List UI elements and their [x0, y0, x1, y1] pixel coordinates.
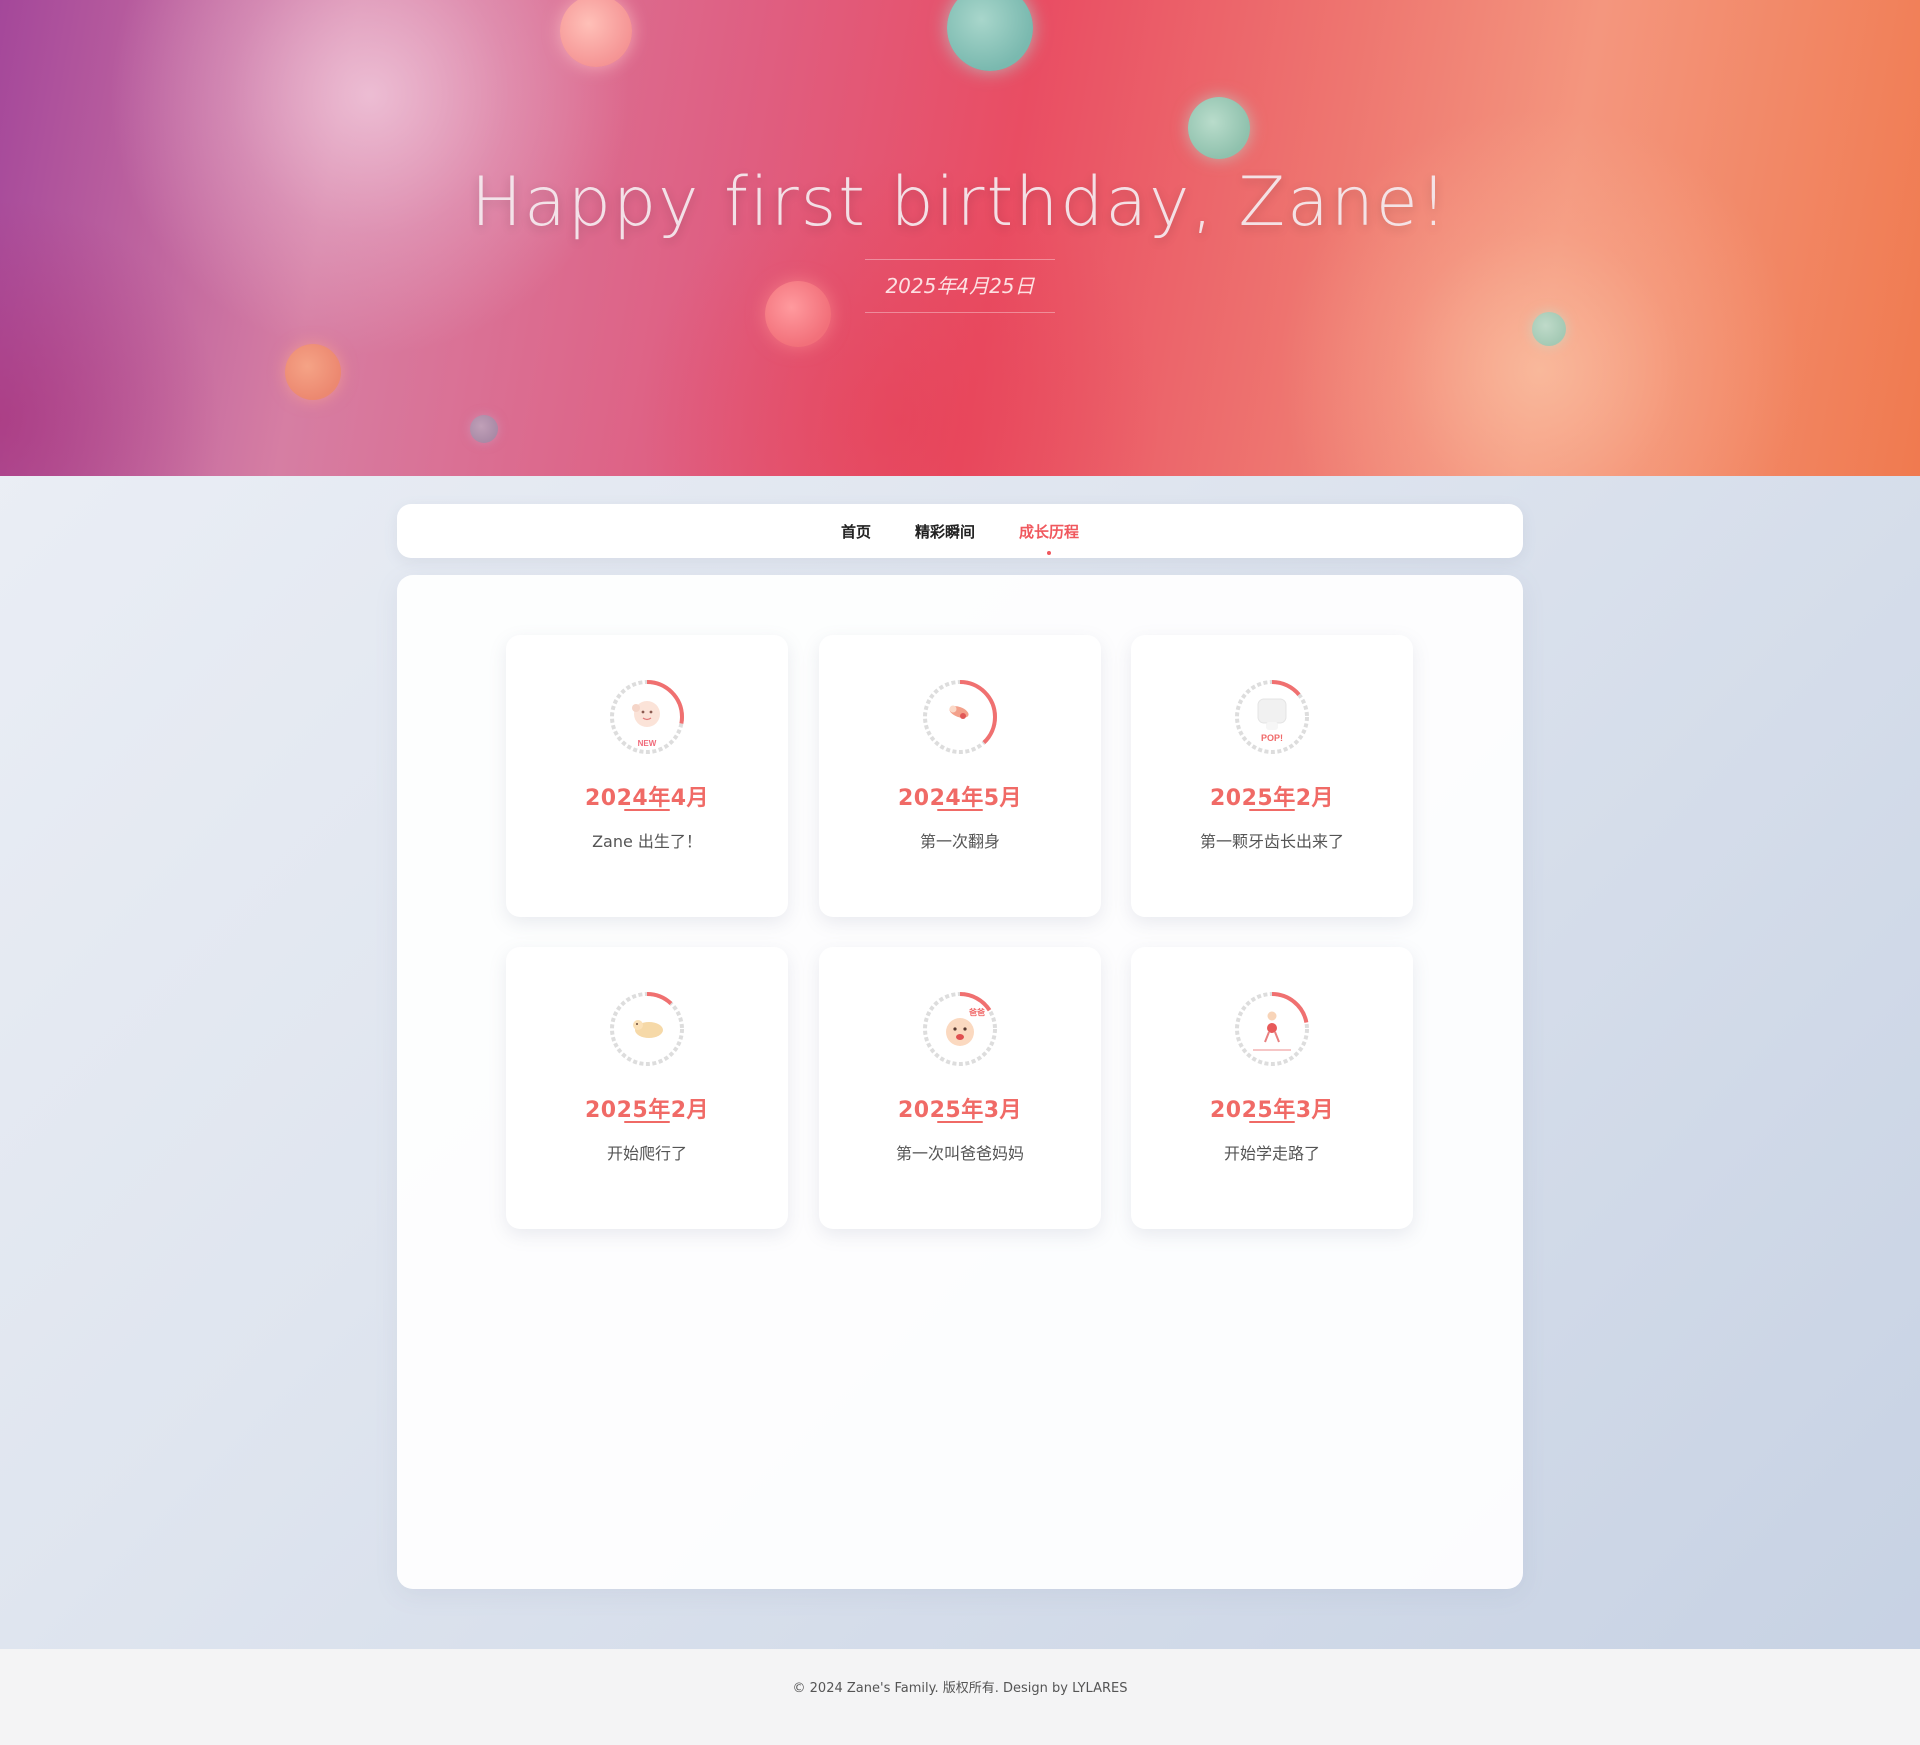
main-nav: 首页 精彩瞬间 成长历程	[397, 504, 1523, 558]
card-badge: POP!	[1261, 733, 1283, 743]
card-description: 第一次叫爸爸妈妈	[895, 1144, 1024, 1163]
timeline-card[interactable]: POP! 2025年2月 第一颗牙齿长出来了	[1131, 635, 1413, 917]
timeline-card[interactable]: NEW 2024年4月 Zane 出生了！	[506, 635, 788, 917]
date-underline	[624, 809, 670, 811]
card-description: 第一次翻身	[919, 832, 1000, 851]
timeline-panel: NEW 2024年4月 Zane 出生了！ 2024年5月 第一次翻身 POP!…	[397, 575, 1523, 1589]
decorative-bubble	[1532, 312, 1566, 346]
date-underline	[937, 1121, 983, 1123]
card-date: 2025年2月	[584, 1098, 710, 1123]
rolling-baby-icon	[923, 680, 997, 754]
talking-baby-icon: 爸爸	[923, 992, 997, 1066]
timeline-card[interactable]: 爸爸 2025年3月 第一次叫爸爸妈妈	[819, 947, 1101, 1229]
nav-item-highlights[interactable]: 精彩瞬间	[893, 521, 997, 542]
card-date: 2024年4月	[584, 786, 710, 811]
timeline-card[interactable]: 2025年2月 开始爬行了	[506, 947, 788, 1229]
decorative-bubble	[947, 0, 1033, 71]
card-description: Zane 出生了！	[592, 832, 702, 851]
card-date: 2024年5月	[897, 786, 1023, 811]
hero-title: Happy first birthday, Zane!	[470, 163, 1449, 242]
card-description: 开始学走路了	[1223, 1144, 1320, 1163]
decorative-bubble	[285, 344, 341, 400]
crawling-baby-icon	[610, 992, 684, 1066]
card-date: 2025年3月	[897, 1098, 1023, 1123]
nav-item-home[interactable]: 首页	[819, 521, 893, 542]
date-underline	[937, 809, 983, 811]
card-badge: NEW	[638, 739, 657, 748]
date-underline	[1249, 809, 1295, 811]
decorative-bubble	[1188, 97, 1250, 159]
card-description: 第一颗牙齿长出来了	[1199, 832, 1344, 851]
footer-copyright: © 2024 Zane's Family. 版权所有. Design by LY…	[792, 1681, 1128, 1696]
card-date: 2025年2月	[1209, 786, 1335, 811]
decorative-bubble	[560, 0, 632, 67]
footer: © 2024 Zane's Family. 版权所有. Design by LY…	[0, 1649, 1920, 1745]
newborn-icon: NEW	[610, 680, 684, 754]
timeline-card[interactable]: 2025年3月 开始学走路了	[1131, 947, 1413, 1229]
hero-date: 2025年4月25日	[865, 259, 1055, 313]
decorative-bubble	[470, 415, 498, 443]
tooth-icon: POP!	[1235, 680, 1309, 754]
walking-baby-icon	[1235, 992, 1309, 1066]
card-description: 开始爬行了	[606, 1144, 687, 1163]
nav-item-growth[interactable]: 成长历程	[997, 521, 1101, 555]
card-badge: 爸爸	[968, 1007, 985, 1017]
card-date: 2025年3月	[1209, 1098, 1335, 1123]
hero-banner: Happy first birthday, Zane! 2025年4月25日	[0, 0, 1920, 476]
date-underline	[1249, 1121, 1295, 1123]
timeline-card[interactable]: 2024年5月 第一次翻身	[819, 635, 1101, 917]
decorative-bubble	[765, 281, 831, 347]
date-underline	[624, 1121, 670, 1123]
